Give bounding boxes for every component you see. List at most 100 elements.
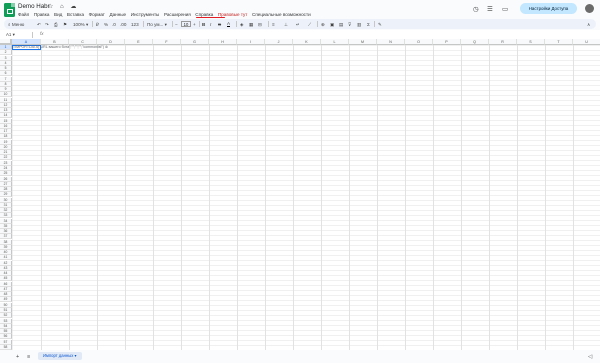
row-header[interactable]: 54 xyxy=(0,323,12,329)
column-header-k[interactable]: K xyxy=(293,39,321,45)
redo-icon[interactable]: ↷ xyxy=(45,21,49,28)
column-header-q[interactable]: Q xyxy=(461,39,489,45)
text-color-button[interactable]: A xyxy=(227,21,231,27)
name-box[interactable]: A1 ▾ xyxy=(6,32,15,38)
input-tools-icon[interactable]: ✎ xyxy=(378,21,382,28)
row-header[interactable]: 3 xyxy=(0,55,12,61)
column-header-n[interactable]: N xyxy=(377,39,405,45)
row-header[interactable]: 48 xyxy=(0,292,12,298)
row-header[interactable]: 20 xyxy=(0,144,12,150)
search-menu-button[interactable]: ⌕ Меню xyxy=(8,21,24,28)
row-header[interactable]: 12 xyxy=(0,102,12,108)
document-title[interactable]: Demo Habr xyxy=(18,3,50,10)
column-header-h[interactable]: H xyxy=(209,39,237,45)
row-header[interactable]: 24 xyxy=(0,165,12,171)
row-header[interactable]: 43 xyxy=(0,265,12,271)
filter-views-icon[interactable]: ▥ xyxy=(357,21,361,28)
column-header-m[interactable]: M xyxy=(349,39,377,45)
strikethrough-button[interactable]: S xyxy=(218,21,221,28)
row-header[interactable]: 18 xyxy=(0,134,12,140)
zoom-select[interactable]: 100% ▾ xyxy=(73,21,88,28)
meet-icon[interactable]: ▭ xyxy=(502,5,508,13)
row-header[interactable]: 37 xyxy=(0,234,12,240)
row-header[interactable]: 45 xyxy=(0,276,12,282)
row-header[interactable]: 50 xyxy=(0,302,12,308)
column-header-r[interactable]: R xyxy=(489,39,517,45)
menu-item[interactable]: Правовые тут xyxy=(218,12,248,17)
row-header[interactable]: 53 xyxy=(0,318,12,324)
sheets-logo-icon[interactable] xyxy=(4,3,15,17)
row-header[interactable]: 42 xyxy=(0,260,12,266)
menu-item[interactable]: Формат xyxy=(89,12,105,17)
row-header[interactable]: 15 xyxy=(0,118,12,124)
column-header-u[interactable]: U xyxy=(573,39,600,45)
row-header[interactable]: 28 xyxy=(0,187,12,193)
text-rotation-icon[interactable]: ⟋ xyxy=(308,21,311,28)
row-header[interactable]: 35 xyxy=(0,223,12,229)
row-header[interactable]: 32 xyxy=(0,208,12,214)
column-header-t[interactable]: T xyxy=(545,39,573,45)
italic-button[interactable]: I xyxy=(210,21,211,28)
menu-item[interactable]: Файл xyxy=(18,12,29,17)
cell-a1-formula[interactable]: =IMPORTDATA("URL вашего бота";"";"";"";"… xyxy=(13,45,108,50)
menu-item[interactable]: Правка xyxy=(34,12,50,17)
sheet-tab-import[interactable]: Импорт данных ▾ xyxy=(38,352,82,360)
filter-icon[interactable]: ⊽ xyxy=(348,21,351,28)
row-header[interactable]: 26 xyxy=(0,176,12,182)
all-sheets-icon[interactable]: ≡ xyxy=(27,354,30,360)
chevron-down-icon[interactable]: ▾ xyxy=(74,353,76,358)
menu-item[interactable]: Справка xyxy=(195,12,213,17)
row-header[interactable]: 33 xyxy=(0,213,12,219)
share-button[interactable]: Настройки Доступа xyxy=(520,3,577,14)
row-header[interactable]: 40 xyxy=(0,250,12,256)
row-header[interactable]: 14 xyxy=(0,113,12,119)
row-header[interactable]: 38 xyxy=(0,239,12,245)
menu-item[interactable]: Вставка xyxy=(67,12,84,17)
row-header[interactable]: 56 xyxy=(0,334,12,340)
row-header[interactable]: 39 xyxy=(0,244,12,250)
column-header-p[interactable]: P xyxy=(433,39,461,45)
row-header[interactable]: 19 xyxy=(0,139,12,145)
menu-item[interactable]: Инструменты xyxy=(131,12,160,17)
explore-panel-icon[interactable]: ◁ xyxy=(588,354,592,360)
row-header[interactable]: 27 xyxy=(0,181,12,187)
avatar[interactable] xyxy=(585,4,594,13)
more-formats-button[interactable]: 123 xyxy=(131,21,139,28)
horizontal-align-icon[interactable]: ≡ xyxy=(272,21,275,28)
row-header[interactable]: 29 xyxy=(0,192,12,198)
currency-button[interactable]: ₽ xyxy=(96,21,99,28)
column-header-b[interactable]: B xyxy=(41,39,69,45)
title-actions-icons[interactable]: ☆ ⌂ ☁ xyxy=(48,3,79,10)
row-header[interactable]: 10 xyxy=(0,92,12,98)
column-header-c[interactable]: C xyxy=(69,39,97,45)
formula-hint-icon[interactable]: ⊛ xyxy=(105,45,108,49)
row-header[interactable]: 52 xyxy=(0,313,12,319)
font-family-select[interactable]: По ум... ▾ xyxy=(147,21,167,28)
add-sheet-icon[interactable]: + xyxy=(16,354,19,360)
row-header[interactable]: 51 xyxy=(0,308,12,313)
paint-format-icon[interactable]: ⚑ xyxy=(63,21,67,28)
row-header[interactable]: 46 xyxy=(0,281,12,287)
text-wrap-icon[interactable]: ↵ xyxy=(296,21,300,28)
column-header-l[interactable]: L xyxy=(321,39,349,45)
increase-decimal-button[interactable]: .00 xyxy=(120,21,126,28)
history-icon[interactable]: ◷ xyxy=(473,5,479,13)
borders-icon[interactable]: ▦ xyxy=(249,21,253,28)
column-header-e[interactable]: E xyxy=(125,39,153,45)
bold-button[interactable]: B xyxy=(202,21,205,28)
menu-item[interactable]: Расширения xyxy=(164,12,191,17)
formula-input[interactable] xyxy=(52,31,592,38)
row-header[interactable]: 47 xyxy=(0,286,12,292)
row-header[interactable]: 23 xyxy=(0,160,12,166)
fill-color-icon[interactable]: ◈ xyxy=(240,21,244,28)
menu-item[interactable]: Данные xyxy=(110,12,127,17)
undo-icon[interactable]: ↶ xyxy=(37,21,41,28)
menu-item[interactable]: Специальные возможности xyxy=(252,12,311,17)
row-header[interactable]: 34 xyxy=(0,218,12,224)
column-header-g[interactable]: G xyxy=(181,39,209,45)
merge-cells-icon[interactable]: ⊟ xyxy=(258,21,262,28)
row-header[interactable]: 36 xyxy=(0,229,12,235)
row-header[interactable]: 2 xyxy=(0,50,12,56)
row-header[interactable]: 11 xyxy=(0,97,12,103)
row-header[interactable]: 9 xyxy=(0,87,12,93)
